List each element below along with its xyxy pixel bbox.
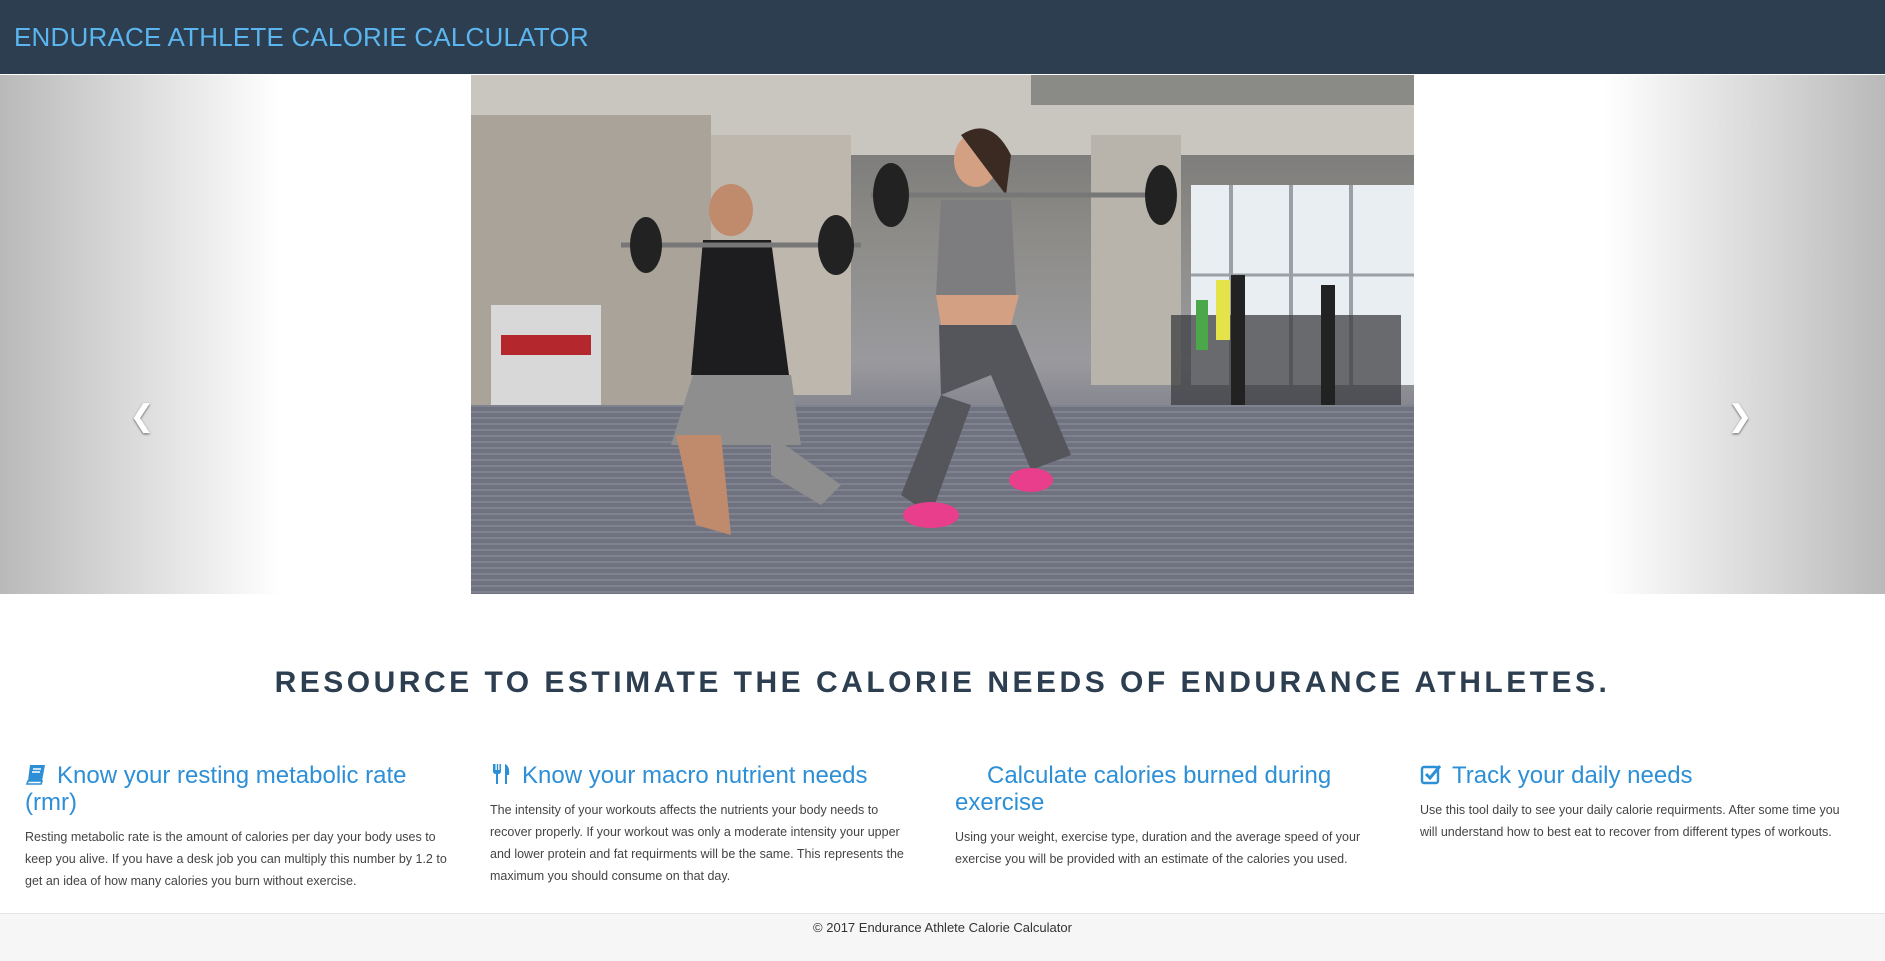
feature-track-needs: Track your daily needs Use this tool dai… [1420, 762, 1860, 843]
feature-calories-burned: Calculate calories burned during exercis… [955, 762, 1385, 870]
image-carousel: ❮ ❯ [0, 75, 1885, 594]
feature-title: Track your daily needs [1420, 762, 1860, 789]
gym-photo [471, 75, 1414, 594]
feature-description: Resting metabolic rate is the amount of … [25, 830, 447, 888]
navbar: ENDURACE ATHLETE CALORIE CALCULATOR [0, 0, 1885, 74]
feature-macros: Know your macro nutrient needs The inten… [490, 762, 920, 887]
check-square-icon [1420, 763, 1442, 785]
footer-copyright: © 2017 Endurance Athlete Calorie Calcula… [813, 920, 1072, 935]
footer: © 2017 Endurance Athlete Calorie Calcula… [0, 913, 1885, 961]
feature-title: Know your macro nutrient needs [490, 762, 920, 789]
blank-icon [955, 763, 977, 785]
feature-title: Calculate calories burned during exercis… [955, 762, 1332, 816]
feature-title: Know your resting metabolic rate (rmr) [25, 762, 407, 816]
carousel-slide-image [471, 75, 1414, 594]
feature-description: Using your weight, exercise type, durati… [955, 830, 1361, 866]
carousel-prev-button[interactable]: ❮ [122, 397, 162, 437]
brand-link[interactable]: ENDURACE ATHLETE CALORIE CALCULATOR [14, 22, 589, 53]
carousel-right-gradient[interactable] [1605, 75, 1885, 594]
feature-description: The intensity of your workouts affects t… [490, 803, 904, 883]
feature-rmr: Know your resting metabolic rate (rmr) R… [25, 762, 455, 892]
carousel-next-button[interactable]: ❯ [1720, 397, 1760, 437]
utensils-icon [490, 763, 512, 785]
feature-description: Use this tool daily to see your daily ca… [1420, 803, 1840, 839]
page-tagline: RESOURCE TO ESTIMATE THE CALORIE NEEDS O… [274, 666, 1611, 699]
carousel-left-gradient[interactable] [0, 75, 280, 594]
book-icon [25, 763, 47, 785]
